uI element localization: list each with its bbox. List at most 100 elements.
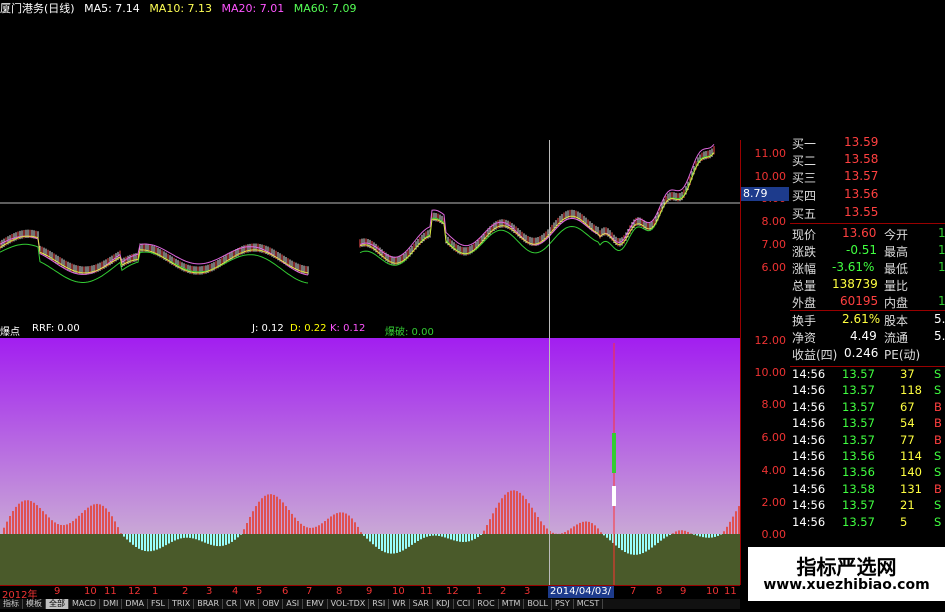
tab-item[interactable]: MCST <box>574 599 603 609</box>
time-tick: 7 <box>630 586 636 597</box>
stat-label: 总量 <box>792 277 816 294</box>
stat-label: 最高 <box>884 243 908 260</box>
price-chart[interactable] <box>0 140 740 325</box>
tick-vol: 5 <box>900 515 907 529</box>
stat-label: 涨幅 <box>792 260 816 277</box>
fund-label: 收益(四) <box>792 346 837 363</box>
quote-panel: 买一 13.59 买二 13.58 买三 13.57 买四 13.56 买五 1… <box>792 140 945 370</box>
tab-item[interactable]: DMI <box>100 599 122 609</box>
fund-row: 收益(四) 0.246 PE(动) <box>792 346 945 361</box>
bid-price: 13.57 <box>844 169 878 183</box>
tab-item[interactable]: VR <box>241 599 259 609</box>
time-tick: 8 <box>336 586 342 597</box>
fund-row: 换手 2.61% 股本 5. <box>792 312 945 327</box>
indicator-tick: 2.00 <box>762 496 787 509</box>
tick-time: 14:56 <box>792 400 825 414</box>
fund-label: 换手 <box>792 312 816 329</box>
indicator-rrf: RRF: 0.00 <box>32 323 80 334</box>
tick-row: 14:5613.575S <box>792 515 945 531</box>
chart-header: 厦门港务(日线) MA5: 7.14 MA10: 7.13 MA20: 7.01… <box>0 0 540 18</box>
tick-vol: 54 <box>900 416 915 430</box>
signal-bar-white <box>612 486 616 506</box>
price-tick: 8.00 <box>762 215 787 228</box>
time-tick: 11 <box>104 586 117 597</box>
stat-row: 涨幅 -3.61% 最低 1 <box>792 260 945 275</box>
tick-side: S <box>934 383 941 397</box>
fund-label: PE(动) <box>884 346 920 363</box>
tab-item[interactable]: WR <box>389 599 409 609</box>
bid-row: 买四 13.56 <box>792 187 945 202</box>
tab-item[interactable]: DMA <box>122 599 148 609</box>
stat-value: 13.60 <box>842 226 876 240</box>
tab-item[interactable]: VOL-TDX <box>328 599 370 609</box>
tick-side: S <box>934 515 941 529</box>
indicator-upper-fill <box>0 338 740 534</box>
time-tick: 9 <box>680 586 686 597</box>
tab-item[interactable]: RSI <box>369 599 389 609</box>
tick-time: 14:56 <box>792 465 825 479</box>
watermark-url: www.xuezhibiao.com <box>748 577 945 593</box>
tab-item[interactable]: EMV <box>303 599 327 609</box>
time-tick: 3 <box>206 586 212 597</box>
divider <box>790 310 945 311</box>
bid-row: 买二 13.58 <box>792 152 945 167</box>
ma20-label: MA20: 7.01 <box>222 2 285 15</box>
stat-value: -0.51 <box>846 243 877 257</box>
indicator-chart[interactable] <box>0 338 740 585</box>
tab-item[interactable]: ASI <box>283 599 303 609</box>
tab-item[interactable]: MTM <box>499 599 525 609</box>
bid-label: 买五 <box>792 205 816 222</box>
tab-item[interactable]: BOLL <box>524 599 552 609</box>
time-tick: 10 <box>392 586 405 597</box>
fund-label: 股本 <box>884 312 908 329</box>
time-tick: 1 <box>476 586 482 597</box>
tab-item[interactable]: BRAR <box>194 599 223 609</box>
watermark-title: 指标严选网 <box>748 551 945 580</box>
tick-price: 13.57 <box>842 383 875 397</box>
indicator-last: 爆破: 0.00 <box>385 323 434 338</box>
tick-vol: 140 <box>900 465 922 479</box>
tab-item[interactable]: 全部 <box>46 599 69 609</box>
stat-label: 量比 <box>884 277 908 294</box>
fund-value: 2.61% <box>842 312 880 326</box>
tab-item[interactable]: MACD <box>69 599 100 609</box>
tab-item[interactable]: PSY <box>552 599 574 609</box>
watermark: 指标严选网 www.xuezhibiao.com <box>748 547 945 601</box>
tick-time: 14:56 <box>792 383 825 397</box>
stat-value: -3.61% <box>832 260 874 274</box>
fund-value: 5. <box>934 329 945 343</box>
tab-item[interactable]: CR <box>223 599 241 609</box>
time-tick: 6 <box>282 586 288 597</box>
crosshair-vertical <box>549 140 550 585</box>
indicator-d: D: 0.22 <box>290 323 327 334</box>
stat-value: 1 <box>938 294 945 308</box>
tick-vol: 131 <box>900 482 922 496</box>
tab-item[interactable]: FSL <box>148 599 169 609</box>
fund-value: 5. <box>934 312 945 326</box>
time-tick: 11 <box>420 586 433 597</box>
tab-item[interactable]: KDJ <box>433 599 454 609</box>
stat-value: 60195 <box>840 294 878 308</box>
tick-vol: 114 <box>900 449 922 463</box>
indicator-k: K: 0.12 <box>330 323 365 334</box>
tick-price: 13.57 <box>842 498 875 512</box>
tick-side: B <box>934 433 942 447</box>
stat-label: 外盘 <box>792 294 816 311</box>
tab-item[interactable]: SAR <box>410 599 433 609</box>
tab-item[interactable]: TRIX <box>169 599 194 609</box>
indicator-tick: 10.00 <box>755 366 787 379</box>
indicator-j: J: 0.12 <box>252 323 284 334</box>
tab-item[interactable]: 指标 <box>0 599 23 609</box>
stat-value: 1 <box>938 243 945 257</box>
date-cursor-label: 2014/04/03/四 <box>548 586 614 598</box>
time-tick: 2 <box>500 586 506 597</box>
tab-item[interactable]: OBV <box>259 599 283 609</box>
time-tick: 8 <box>656 586 662 597</box>
stat-label: 今开 <box>884 226 908 243</box>
fund-row: 净资 4.49 流通 5. <box>792 329 945 344</box>
time-tick: 11 <box>724 586 737 597</box>
tab-item[interactable]: 模板 <box>23 599 46 609</box>
stat-label: 涨跌 <box>792 243 816 260</box>
tab-item[interactable]: ROC <box>474 599 498 609</box>
tab-item[interactable]: CCI <box>454 599 475 609</box>
